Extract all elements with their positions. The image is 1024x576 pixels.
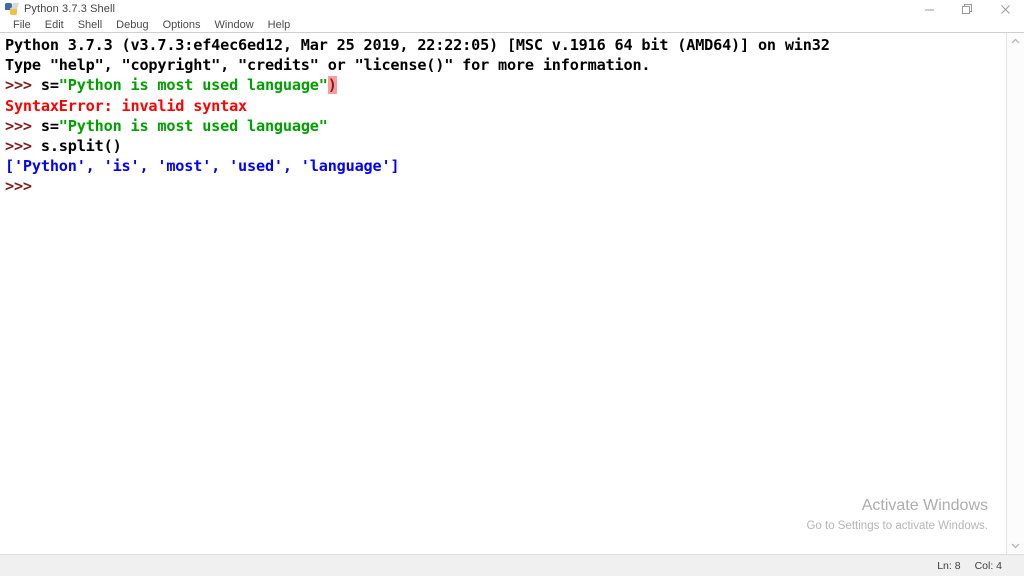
shell-segment-black: Type "help", "copyright", "credits" or "… [5, 56, 651, 75]
python-idle-icon [5, 2, 19, 16]
scroll-down-arrow-icon[interactable] [1007, 537, 1024, 554]
shell-line-prompt-empty: >>> [5, 176, 1006, 196]
vertical-scrollbar[interactable] [1006, 33, 1024, 554]
shell-segment-prompt: >>> [5, 136, 41, 155]
shell-segment-string: "Python is most used language" [58, 76, 328, 95]
shell-line-output-split: ['Python', 'is', 'most', 'used', 'langua… [5, 156, 1006, 176]
shell-line-syntax-error: SyntaxError: invalid syntax [5, 96, 1006, 116]
menu-item-file[interactable]: File [6, 19, 38, 32]
menu-item-shell[interactable]: Shell [71, 19, 109, 32]
shell-segment-black: s= [40, 76, 59, 95]
title-bar: Python 3.7.3 Shell [0, 0, 1024, 18]
menu-item-help[interactable]: Help [261, 19, 298, 32]
shell-line-input-assign-ok: >>> s="Python is most used language" [5, 116, 1006, 136]
shell-text-output[interactable]: Python 3.7.3 (v3.7.3:ef4ec6ed12, Mar 25 … [0, 33, 1006, 554]
shell-segment-prompt: >>> [5, 177, 41, 196]
status-column-number: Col: 4 [974, 559, 1002, 572]
close-button[interactable] [986, 0, 1024, 18]
maximize-button[interactable] [948, 0, 986, 18]
menu-item-options[interactable]: Options [156, 19, 208, 32]
shell-segment-error: SyntaxError: invalid syntax [5, 96, 248, 115]
window-title: Python 3.7.3 Shell [24, 3, 116, 15]
shell-line-input-split: >>> s.split() [5, 136, 1006, 156]
shell-segment-black: s= [40, 116, 59, 135]
shell-segment-prompt: >>> [5, 116, 41, 135]
window-controls [910, 0, 1024, 18]
shell-segment-highlight: ) [327, 76, 337, 95]
shell-line-banner-version: Python 3.7.3 (v3.7.3:ef4ec6ed12, Mar 25 … [5, 35, 1006, 55]
status-bar: Ln: 8 Col: 4 [0, 554, 1024, 576]
menu-bar: File Edit Shell Debug Options Window Hel… [0, 18, 1024, 33]
shell-segment-output: ['Python', 'is', 'most', 'used', 'langua… [5, 157, 400, 176]
shell-line-banner-help: Type "help", "copyright", "credits" or "… [5, 55, 1006, 75]
status-line-number: Ln: 8 [937, 559, 961, 572]
shell-segment-black: Python 3.7.3 (v3.7.3:ef4ec6ed12, Mar 25 … [5, 36, 830, 54]
minimize-button[interactable] [910, 0, 948, 18]
title-bar-left: Python 3.7.3 Shell [0, 2, 116, 16]
shell-segment-string: "Python is most used language" [58, 116, 328, 135]
menu-item-edit[interactable]: Edit [38, 19, 71, 32]
scroll-up-arrow-icon[interactable] [1007, 33, 1024, 50]
shell-segment-black: s.split() [40, 136, 122, 155]
menu-item-window[interactable]: Window [208, 19, 261, 32]
shell-segment-prompt: >>> [5, 76, 41, 95]
menu-item-debug[interactable]: Debug [109, 19, 155, 32]
shell-line-input-assign-error: >>> s="Python is most used language") [5, 75, 1006, 95]
shell-area: Python 3.7.3 (v3.7.3:ef4ec6ed12, Mar 25 … [0, 33, 1024, 554]
idle-shell-window: Python 3.7.3 Shell File Edit Shell Debug… [0, 0, 1024, 576]
